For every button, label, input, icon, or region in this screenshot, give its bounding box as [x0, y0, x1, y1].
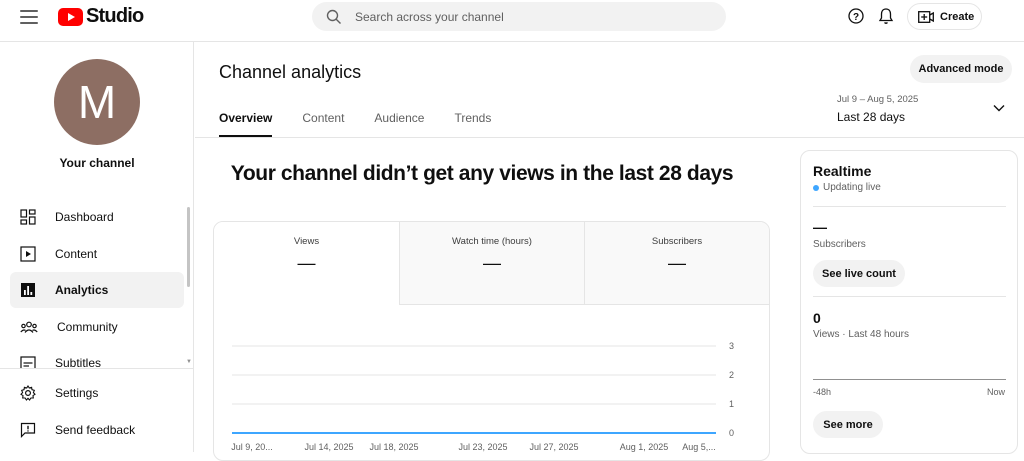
- sidebar-item-dashboard[interactable]: Dashboard: [10, 199, 184, 235]
- analytics-tabs: Overview Content Audience Trends: [219, 109, 521, 137]
- x-tick-label: Jul 27, 2025: [529, 442, 578, 452]
- subscribers-value: —: [813, 219, 827, 235]
- realtime-axis-end: Now: [986, 387, 1005, 397]
- date-range-label: Last 28 days: [837, 110, 906, 124]
- views-value: 0: [813, 310, 821, 326]
- live-status-label: Updating live: [823, 182, 881, 193]
- sidebar-item-label: Send feedback: [55, 422, 136, 437]
- realtime-axis-start: -48h: [813, 387, 832, 397]
- sidebar-item-send-feedback[interactable]: Send feedback: [10, 412, 184, 448]
- tab-content[interactable]: Content: [302, 109, 344, 137]
- sidebar-nav: Dashboard Content Analytics Community Su…: [10, 199, 184, 382]
- create-button[interactable]: Create: [907, 3, 982, 30]
- live-status: Updating live: [813, 182, 881, 193]
- y-tick-label: 3: [729, 341, 734, 351]
- studio-logo[interactable]: Studio: [58, 5, 144, 28]
- x-tick-label: Jul 9, 20...: [231, 442, 273, 452]
- tabs-divider: [195, 137, 1024, 138]
- sidebar-bottom: Settings Send feedback: [0, 368, 193, 448]
- main-content: Channel analytics Advanced mode Overview…: [195, 42, 1024, 461]
- y-tick-label: 1: [729, 399, 734, 409]
- sidebar-item-label: Analytics: [55, 283, 109, 297]
- metric-label: Subscribers: [651, 236, 703, 247]
- x-tick-label: Jul 18, 2025: [369, 442, 418, 452]
- x-tick-label: Aug 1, 2025: [620, 442, 669, 452]
- page-title: Channel analytics: [219, 62, 362, 82]
- tab-audience[interactable]: Audience: [374, 109, 424, 137]
- realtime-card: Realtime Updating live — Subscribers See…: [800, 150, 1018, 454]
- advanced-mode-button[interactable]: Advanced mode: [910, 55, 1012, 83]
- metric-label: Watch time (hours): [452, 236, 532, 247]
- tab-trends[interactable]: Trends: [454, 109, 491, 137]
- metric-value: —: [668, 253, 686, 273]
- x-tick-label: Jul 14, 2025: [304, 442, 353, 452]
- metric-value: —: [297, 253, 316, 273]
- y-tick-label: 2: [729, 370, 734, 380]
- search-bar[interactable]: [312, 2, 726, 31]
- metric-tab-watch-time[interactable]: Watch time (hours) —: [399, 222, 584, 305]
- create-label: Create: [940, 10, 975, 23]
- sidebar-item-label: Content: [55, 246, 98, 261]
- youtube-play-icon: [58, 7, 83, 26]
- subscribers-label: Subscribers: [813, 239, 866, 250]
- metric-tabs: Views — Watch time (hours) — Subscribers…: [214, 222, 769, 305]
- sidebar-item-label: Community: [57, 319, 118, 334]
- help-icon[interactable]: ?: [848, 8, 864, 24]
- realtime-title: Realtime: [813, 163, 872, 179]
- scroll-down-icon[interactable]: ▼: [186, 359, 192, 365]
- y-tick-label: 0: [729, 428, 734, 438]
- sidebar: M Your channel Dashboard Content Analyti…: [0, 42, 194, 452]
- sidebar-item-label: Settings: [55, 386, 99, 400]
- avatar-letter: M: [77, 76, 117, 128]
- x-tick-label: Jul 23, 2025: [458, 442, 507, 452]
- metric-tab-views[interactable]: Views —: [214, 222, 399, 305]
- metric-tab-subscribers[interactable]: Subscribers —: [584, 222, 769, 305]
- no-views-headline: Your channel didn’t get any views in the…: [230, 162, 734, 185]
- notifications-bell-icon[interactable]: [878, 7, 894, 25]
- search-icon: [326, 9, 341, 24]
- sidebar-item-community[interactable]: Community: [10, 309, 184, 345]
- analytics-icon: [21, 283, 35, 297]
- divider: [813, 296, 1006, 297]
- sidebar-item-settings[interactable]: Settings: [10, 375, 184, 411]
- dashboard-icon: [20, 209, 36, 225]
- metric-value: —: [483, 253, 501, 273]
- settings-icon: [20, 385, 36, 401]
- channel-label[interactable]: Your channel: [0, 156, 194, 170]
- create-video-icon: [918, 10, 934, 23]
- see-live-count-button[interactable]: See live count: [813, 260, 905, 287]
- avatar[interactable]: M: [54, 59, 140, 145]
- feedback-icon: [20, 422, 36, 438]
- views-label: Views · Last 48 hours: [813, 329, 909, 340]
- divider: [813, 206, 1006, 207]
- menu-icon[interactable]: [20, 10, 38, 24]
- date-range-dates: Jul 9 – Aug 5, 2025: [837, 94, 919, 105]
- realtime-chart-axis: [813, 379, 1006, 380]
- live-dot-icon: [813, 184, 819, 191]
- content-icon: [20, 245, 36, 262]
- search-input[interactable]: [355, 9, 695, 24]
- see-more-button[interactable]: See more: [813, 411, 883, 438]
- tab-overview[interactable]: Overview: [219, 109, 273, 137]
- sidebar-scrollbar[interactable]: [187, 207, 190, 287]
- overview-card: Views — Watch time (hours) — Subscribers…: [213, 221, 770, 461]
- chevron-down-icon[interactable]: [993, 104, 1005, 112]
- sidebar-item-label: Dashboard: [55, 210, 114, 224]
- metric-label: Views: [293, 236, 320, 247]
- x-tick-label: Aug 5,...: [682, 442, 716, 452]
- views-line-chart: 0 1 2 3 Jul 9, 20... Jul 14, 2025 Jul 18, 2025…: [231, 341, 734, 452]
- sidebar-item-analytics[interactable]: Analytics: [10, 272, 184, 308]
- community-icon: [20, 321, 38, 333]
- sidebar-item-content[interactable]: Content: [10, 236, 184, 272]
- top-bar: Studio ? Create: [0, 0, 1024, 42]
- logo-text: Studio: [86, 5, 144, 27]
- date-range-picker[interactable]: Jul 9 – Aug 5, 2025 Last 28 days: [837, 94, 918, 124]
- svg-text:?: ?: [853, 12, 859, 23]
